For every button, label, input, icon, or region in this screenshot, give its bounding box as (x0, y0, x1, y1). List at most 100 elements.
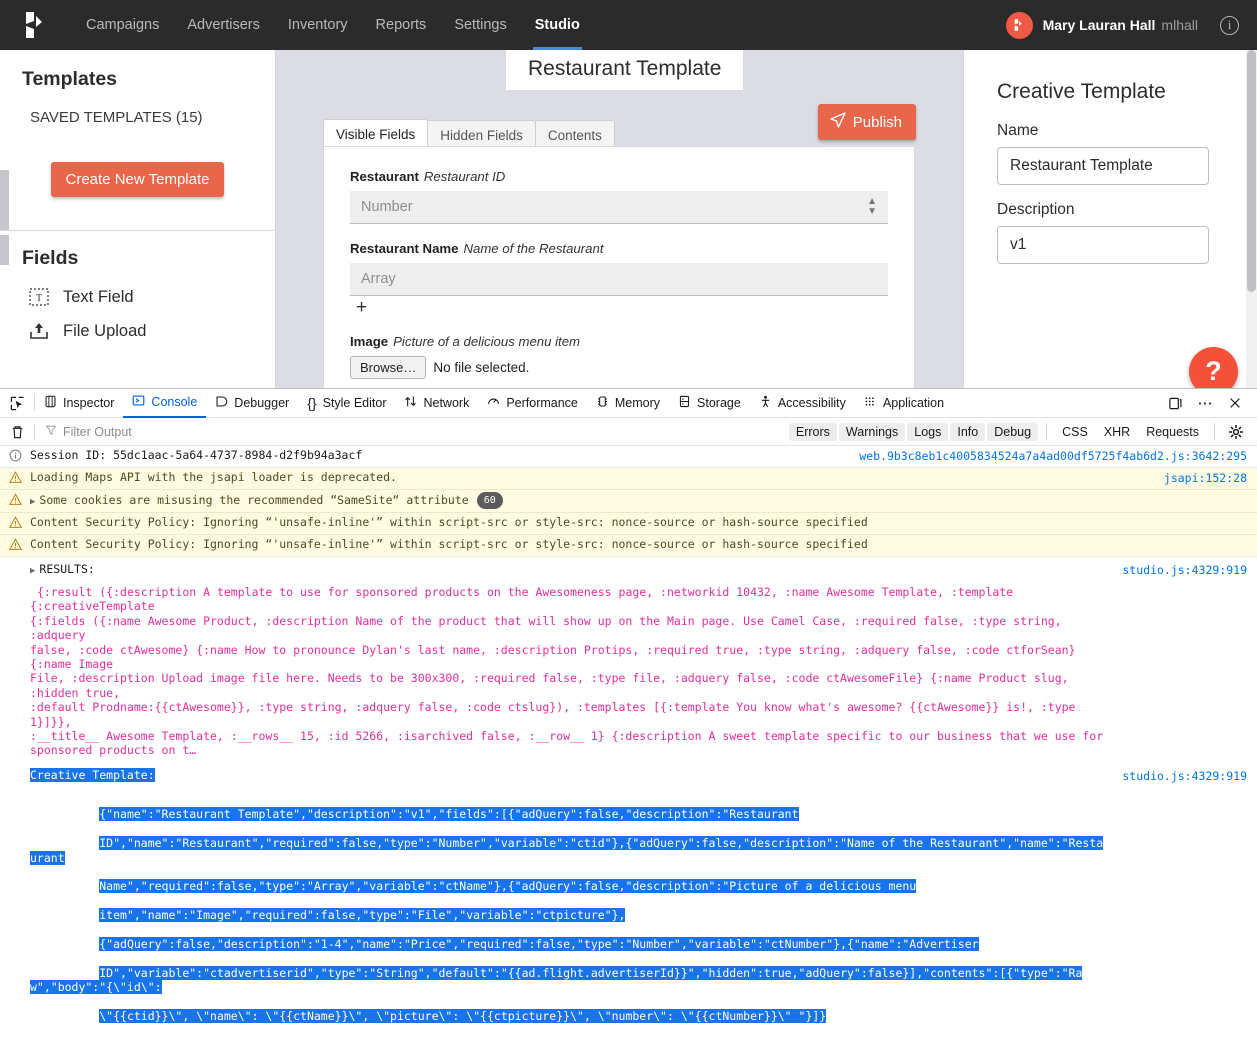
devtools-tab-storage[interactable]: Storage (669, 389, 750, 418)
nav-link-campaigns[interactable]: Campaigns (72, 0, 173, 50)
editor-tabs: Visible Fields Hidden Fields Contents (323, 119, 615, 149)
console-row[interactable]: Content Security Policy: Ignoring “'unsa… (0, 535, 1257, 557)
filter-errors-button[interactable]: Errors (788, 422, 837, 441)
devtools-tab-debugger[interactable]: Debugger (206, 389, 298, 418)
devtools-tab-application[interactable]: Application (855, 389, 953, 418)
nav-link-advertisers[interactable]: Advertisers (173, 0, 274, 50)
nav-link-reports[interactable]: Reports (362, 0, 441, 50)
restaurant-name-input[interactable]: Array (350, 263, 888, 296)
more-options-icon[interactable]: ⋯ (1192, 391, 1218, 415)
console-row[interactable]: Content Security Policy: Ignoring “'unsa… (0, 513, 1257, 535)
console-row[interactable]: ▶ Some cookies are misusing the recommend… (0, 490, 1257, 513)
tab-visible-fields[interactable]: Visible Fields (323, 119, 429, 149)
filter-requests-button[interactable]: Requests (1139, 423, 1206, 441)
sidebar-title: Templates (22, 68, 118, 90)
devtools-tab-accessibility[interactable]: Accessibility (750, 389, 855, 418)
devtools-tab-network[interactable]: Network (395, 389, 478, 418)
console-filter-bar: Filter Output Errors Warnings Logs Info … (0, 418, 1257, 446)
create-new-template-button[interactable]: Create New Template (50, 162, 225, 197)
saved-templates-label[interactable]: SAVED TEMPLATES (15) (22, 109, 253, 126)
restaurant-name-placeholder: Array (361, 271, 396, 287)
avatar[interactable] (1005, 11, 1033, 39)
console-source-link[interactable] (1247, 515, 1257, 516)
console-message: Session ID: 55dc1aac-5a64-4737-8984-d2f9… (30, 448, 363, 462)
sidebar-scroll-nub-bottom[interactable] (0, 235, 9, 265)
field-palette-file-upload[interactable]: File Upload (22, 314, 253, 348)
filter-css-button[interactable]: CSS (1055, 423, 1095, 441)
info-icon[interactable]: i (1220, 15, 1239, 35)
json-line: ID","variable":"ctadvertiserid","type":"… (30, 965, 1083, 995)
console-row-creative-template[interactable]: Creative Template: {"name":"Restaurant T… (0, 759, 1257, 1040)
console-source-link[interactable] (1247, 492, 1257, 493)
browse-button[interactable]: Browse… (350, 356, 427, 379)
user-menu[interactable]: Mary Lauran Hall mlhall i (1005, 11, 1239, 39)
console-source-link[interactable]: jsapi:152:28 (1164, 470, 1257, 485)
console-source-link[interactable]: studio.js:4329:919 (1122, 768, 1257, 783)
clear-console-icon[interactable] (0, 424, 34, 440)
number-stepper-icon[interactable]: ▲ ▼ (867, 197, 877, 217)
filter-xhr-button[interactable]: XHR (1097, 423, 1137, 441)
filter-info-button[interactable]: Info (950, 422, 986, 441)
results-header-label: RESULTS: (39, 562, 95, 576)
filter-logs-button[interactable]: Logs (907, 422, 949, 441)
page-scrollbar-thumb[interactable] (1247, 50, 1256, 292)
console-source-link[interactable]: studio.js:4329:919 (1122, 562, 1257, 577)
close-icon[interactable] (1222, 391, 1248, 415)
application-viewport: Campaigns Advertisers Inventory Reports … (0, 0, 1257, 388)
tab-hidden-fields[interactable]: Hidden Fields (427, 120, 536, 149)
devtools-tab-console[interactable]: Console (123, 389, 207, 418)
filter-output-input[interactable]: Filter Output (35, 424, 132, 439)
file-upload-icon (28, 320, 50, 342)
page-scrollbar[interactable] (1246, 50, 1257, 388)
publish-button[interactable]: Publish (817, 104, 916, 140)
sidebar-scroll-nub-top[interactable] (0, 170, 9, 230)
filter-debug-button[interactable]: Debug (987, 422, 1039, 441)
devtools-tab-style-editor[interactable]: {} Style Editor (298, 389, 395, 418)
console-row[interactable]: Session ID: 55dc1aac-5a64-4737-8984-d2f9… (0, 446, 1257, 468)
nav-link-settings[interactable]: Settings (440, 0, 520, 50)
console-row[interactable]: Loading Maps API with the jsapi loader i… (0, 468, 1257, 490)
console-source-link[interactable]: web.9b3c8eb1c4005834524a7a4ad00df5725f4a… (859, 448, 1257, 463)
json-line: \"{{ctid}}\", \"name\": \"{{ctName}}\", … (99, 1008, 827, 1023)
template-name-input[interactable]: Restaurant Template (997, 147, 1209, 185)
field-label-row: Restaurant Name Name of the Restaurant (350, 241, 888, 256)
creative-template-json: {"name":"Restaurant Template","descripti… (0, 793, 1122, 1038)
tab-contents[interactable]: Contents (534, 120, 615, 149)
filter-warnings-button[interactable]: Warnings (838, 422, 906, 441)
expand-triangle-icon[interactable]: ▶ (30, 495, 35, 510)
field-palette-text-field[interactable]: T Text Field (22, 280, 253, 314)
expand-triangle-icon[interactable]: ▶ (30, 566, 35, 576)
developer-tools-panel: Inspector Console Debugger {} Style Edit… (0, 388, 1257, 1040)
console-message: Content Security Policy: Ignoring “'unsa… (30, 515, 868, 529)
console-row-results[interactable]: ▶ RESULTS: {:result ({:description A temp… (0, 557, 1257, 760)
template-description-input[interactable]: v1 (997, 226, 1209, 264)
application-icon (864, 395, 877, 411)
devtools-tab-inspector[interactable]: Inspector (35, 389, 123, 418)
devtools-tab-performance[interactable]: Performance (478, 389, 587, 418)
user-name: Mary Lauran Hall (1042, 17, 1156, 33)
console-settings-icon[interactable] (1223, 420, 1249, 444)
dock-toggle-icon[interactable] (1162, 391, 1188, 415)
json-line: {"adQuery":false,"description":"1-4","na… (99, 936, 979, 951)
field-description: Picture of a delicious menu item (393, 334, 581, 349)
devtools-tab-memory[interactable]: Memory (587, 389, 669, 418)
network-icon (404, 395, 417, 411)
field-description: Restaurant ID (423, 169, 506, 184)
help-button[interactable]: ? (1189, 347, 1238, 388)
console-source-link[interactable] (1247, 537, 1257, 538)
kevel-logo-icon[interactable] (20, 10, 54, 40)
devtools-toolbar: Inspector Console Debugger {} Style Edit… (0, 389, 1257, 418)
add-array-item-button[interactable]: + (350, 296, 888, 317)
console-message: Loading Maps API with the jsapi loader i… (30, 470, 397, 484)
restaurant-id-input[interactable]: Number ▲ ▼ (350, 191, 888, 224)
settings-divider (1214, 423, 1215, 440)
nav-link-studio[interactable]: Studio (521, 0, 594, 50)
fields-section-title: Fields (22, 247, 79, 269)
element-picker-icon[interactable] (0, 396, 34, 411)
console-message-expandable[interactable]: ▶ Some cookies are misusing the recommend… (30, 492, 1247, 510)
nav-link-inventory[interactable]: Inventory (274, 0, 362, 50)
send-icon (830, 112, 846, 132)
results-header[interactable]: ▶ RESULTS: (0, 562, 1122, 576)
filter-icon (45, 424, 57, 439)
json-line: Name","required":false,"type":"Array","v… (99, 879, 917, 894)
